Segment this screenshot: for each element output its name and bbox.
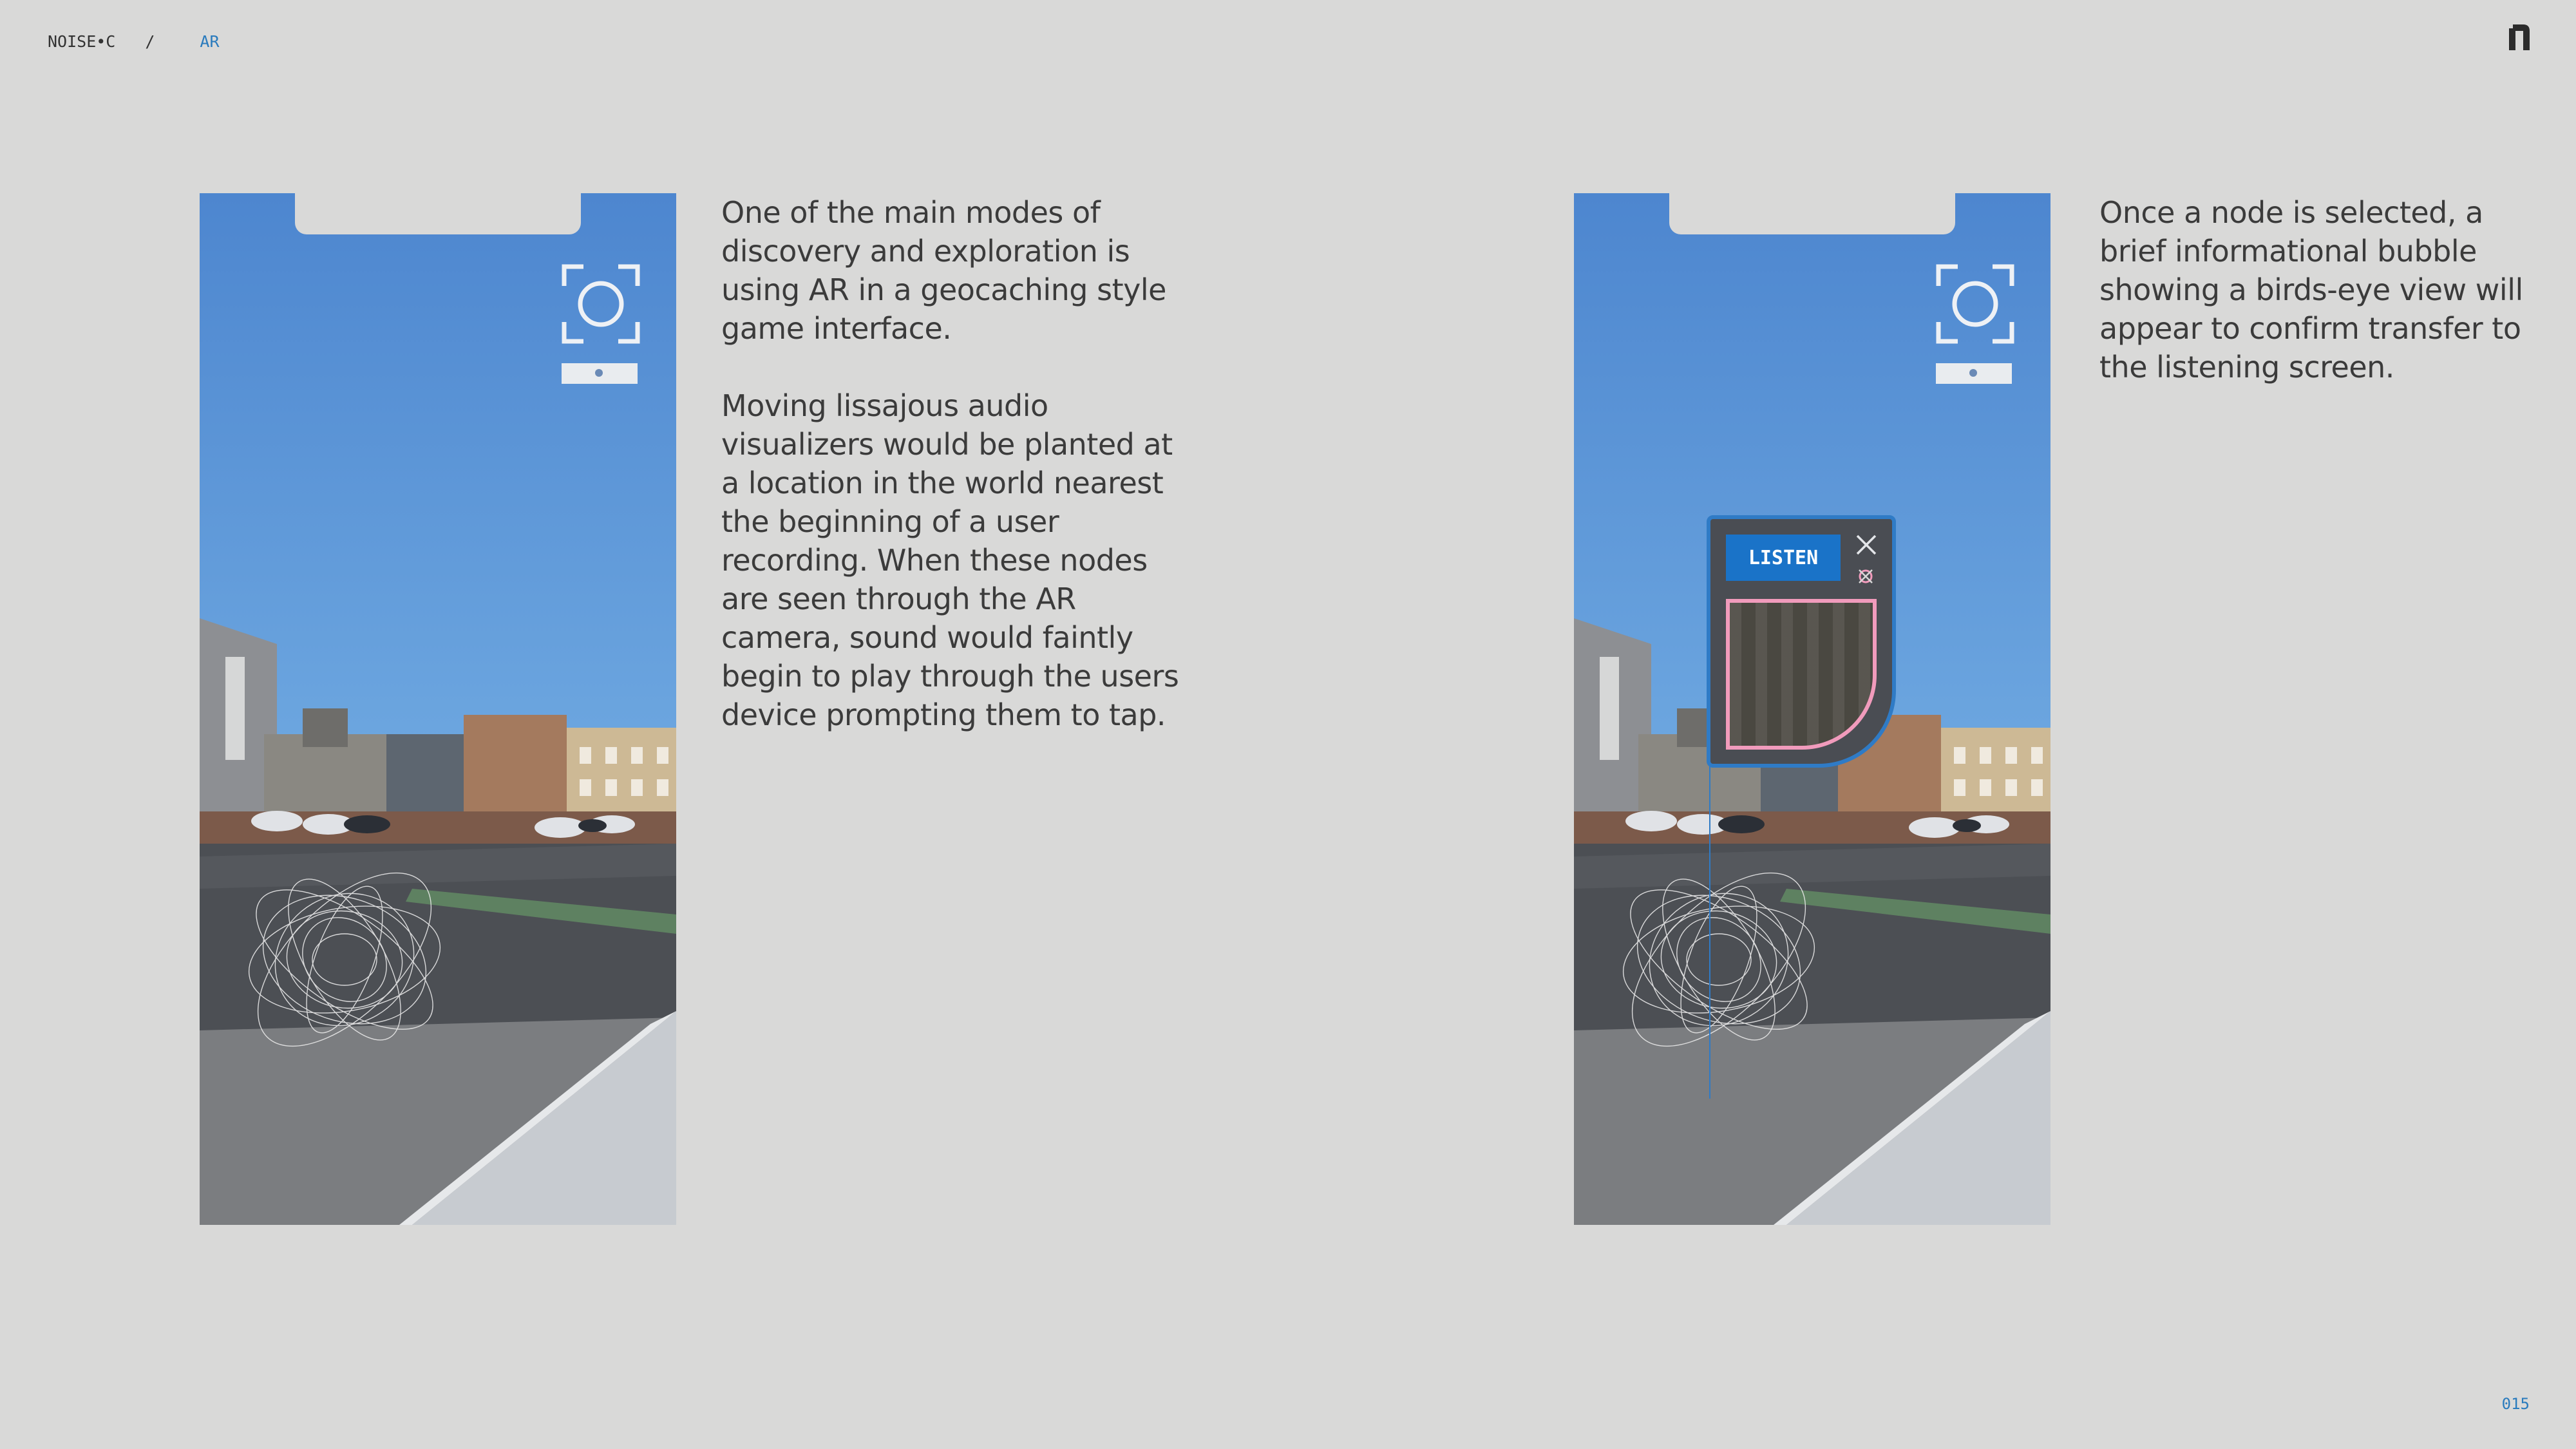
close-icon[interactable]: [1855, 533, 1878, 556]
phone-notch: [1669, 193, 1955, 234]
description-left: One of the main modes of discovery and e…: [721, 193, 1185, 734]
phone-notch: [295, 193, 581, 234]
breadcrumb: NOISE•C / AR: [48, 32, 220, 51]
breadcrumb-separator: /: [145, 32, 155, 51]
phone-screen-ar-view[interactable]: [200, 193, 676, 1225]
breadcrumb-root[interactable]: NOISE•C: [48, 32, 115, 51]
n-monogram-icon: [2509, 24, 2530, 50]
page-number: 015: [2501, 1395, 2530, 1413]
listen-button[interactable]: LISTEN: [1726, 535, 1841, 581]
description-right: Once a node is selected, a brief informa…: [2099, 193, 2537, 386]
description-paragraph: One of the main modes of discovery and e…: [721, 195, 1166, 346]
breadcrumb-current[interactable]: AR: [200, 32, 219, 51]
description-paragraph: Moving lissajous audio visualizers would…: [721, 388, 1179, 732]
node-info-bubble[interactable]: LISTEN: [1707, 515, 1896, 768]
phone-screen-ar-selected[interactable]: LISTEN: [1574, 193, 2050, 1225]
ar-camera-focus-icon[interactable]: [1936, 264, 2014, 344]
camera-mode-indicator[interactable]: [562, 363, 638, 384]
popup-leader-line: [1709, 764, 1710, 1099]
camera-mode-indicator[interactable]: [1936, 363, 2012, 384]
ar-camera-focus-icon[interactable]: [562, 264, 640, 344]
birds-eye-map-preview[interactable]: [1726, 599, 1877, 750]
favorite-icon[interactable]: [1856, 567, 1875, 586]
street-scene-image: [200, 193, 676, 1225]
description-paragraph: Once a node is selected, a brief informa…: [2099, 195, 2523, 384]
